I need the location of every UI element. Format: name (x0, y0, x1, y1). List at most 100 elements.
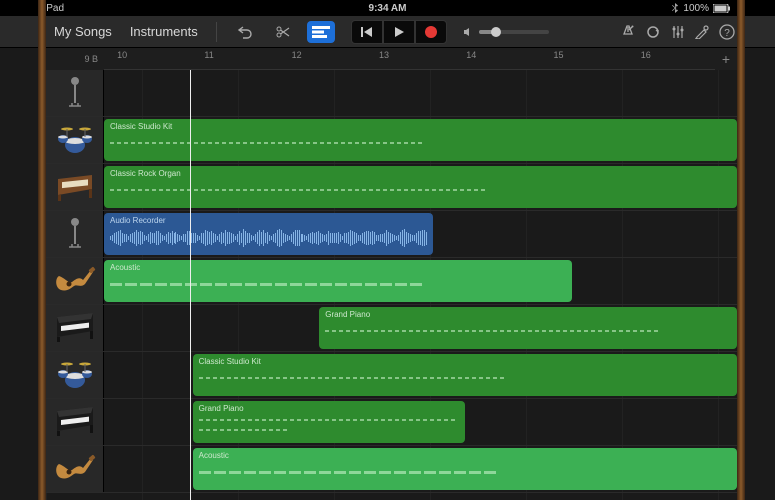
track-row[interactable]: Classic Studio Kit (46, 352, 737, 399)
help-icon[interactable]: ? (719, 24, 735, 40)
volume-control[interactable] (463, 27, 549, 37)
region[interactable]: Classic Studio Kit (193, 354, 737, 396)
region[interactable]: Audio Recorder (104, 213, 433, 255)
track-header[interactable] (46, 352, 104, 398)
rewind-button[interactable] (351, 20, 383, 44)
ruler-number: 13 (379, 50, 389, 60)
region[interactable]: Acoustic (193, 448, 737, 490)
toolbar: My Songs Instruments (0, 16, 775, 48)
region[interactable]: Grand Piano (319, 307, 737, 349)
piano-icon (53, 310, 97, 346)
ruler-ticks[interactable]: 10 11 12 13 14 15 16 (104, 48, 715, 70)
midi-notes (110, 180, 731, 200)
ruler-section-label: 9 B (46, 48, 104, 70)
region-label: Classic Studio Kit (199, 357, 731, 366)
track-row[interactable]: Classic Rock Organ (46, 164, 737, 211)
drums-icon (53, 357, 97, 393)
status-bar: iPad 9:34 AM 100% (0, 0, 775, 16)
region[interactable]: Acoustic (104, 260, 572, 302)
track-header[interactable] (46, 305, 104, 351)
loop-icon[interactable] (645, 25, 661, 39)
microphone-icon (53, 216, 97, 252)
device-frame-left (38, 0, 46, 500)
speaker-icon (463, 27, 475, 37)
add-section-button[interactable]: + (715, 48, 737, 70)
scissors-button[interactable] (269, 21, 297, 43)
midi-notes (199, 368, 731, 388)
track-header[interactable] (46, 117, 104, 163)
midi-notes (110, 133, 731, 153)
region-label: Acoustic (110, 263, 566, 272)
track-lane[interactable]: Acoustic (104, 258, 737, 304)
midi-notes (199, 462, 731, 482)
region[interactable]: Classic Rock Organ (104, 166, 737, 208)
ruler-number: 14 (466, 50, 476, 60)
region-label: Classic Studio Kit (110, 122, 731, 131)
volume-thumb[interactable] (491, 27, 501, 37)
track-row[interactable]: Acoustic (46, 258, 737, 305)
ruler-number: 11 (204, 50, 213, 60)
organ-icon (53, 169, 97, 205)
track-header[interactable] (46, 399, 104, 445)
track-header[interactable] (46, 70, 104, 116)
track-lane[interactable]: Grand Piano (104, 305, 737, 351)
waveform (110, 227, 427, 249)
region[interactable]: Grand Piano (193, 401, 465, 443)
track-row[interactable]: Classic Studio Kit (46, 117, 737, 164)
ruler-number: 10 (117, 50, 127, 60)
transport-controls (351, 20, 447, 44)
track-row[interactable]: Grand Piano (46, 305, 737, 352)
battery-pct: 100% (683, 3, 709, 14)
region-label: Acoustic (199, 451, 731, 460)
track-header[interactable] (46, 446, 104, 492)
midi-notes (325, 321, 731, 341)
region-label: Grand Piano (199, 404, 459, 413)
track-header[interactable] (46, 258, 104, 304)
track-lane[interactable]: Classic Studio Kit (104, 117, 737, 163)
guitar-icon (53, 263, 97, 299)
track-row[interactable]: Acoustic (46, 446, 737, 493)
timeline-ruler[interactable]: 9 B 10 11 12 13 14 15 16 + (46, 48, 737, 70)
volume-slider[interactable] (479, 30, 549, 34)
region-label: Grand Piano (325, 310, 731, 319)
instruments-button[interactable]: Instruments (126, 22, 202, 41)
mixer-icon[interactable] (671, 25, 685, 39)
track-row[interactable] (46, 70, 737, 117)
device-label: iPad (44, 3, 64, 14)
play-button[interactable] (383, 20, 415, 44)
guitar-icon (53, 451, 97, 487)
track-lane[interactable]: Grand Piano (104, 399, 737, 445)
bluetooth-icon (671, 3, 679, 13)
region[interactable]: Classic Studio Kit (104, 119, 737, 161)
microphone-icon (53, 75, 97, 111)
midi-notes (199, 415, 459, 435)
status-right: 100% (671, 3, 731, 14)
drums-icon (53, 122, 97, 158)
piano-icon (53, 404, 97, 440)
track-header[interactable] (46, 164, 104, 210)
tracks-area[interactable]: Classic Studio Kit Classic Rock Organ Audi… (46, 70, 737, 500)
settings-icon[interactable] (695, 25, 709, 39)
undo-button[interactable] (231, 21, 259, 43)
track-header[interactable] (46, 211, 104, 257)
tracks-view-button[interactable] (307, 21, 335, 43)
device-frame-right (737, 0, 745, 500)
track-lane[interactable] (104, 70, 737, 116)
track-lane[interactable]: Classic Rock Organ (104, 164, 737, 210)
track-row[interactable]: Audio Recorder (46, 211, 737, 258)
track-lane[interactable]: Audio Recorder (104, 211, 737, 257)
toolbar-separator (216, 22, 217, 42)
record-button[interactable] (415, 20, 447, 44)
battery-icon (713, 4, 731, 13)
track-row[interactable]: Grand Piano (46, 399, 737, 446)
metronome-icon[interactable] (621, 25, 635, 39)
ruler-number: 12 (292, 50, 302, 60)
svg-text:?: ? (724, 28, 730, 39)
my-songs-button[interactable]: My Songs (50, 22, 116, 41)
track-lane[interactable]: Acoustic (104, 446, 737, 492)
ruler-number: 16 (641, 50, 651, 60)
region-label: Audio Recorder (110, 216, 427, 225)
ruler-number: 15 (554, 50, 564, 60)
region-label: Classic Rock Organ (110, 169, 731, 178)
track-lane[interactable]: Classic Studio Kit (104, 352, 737, 398)
